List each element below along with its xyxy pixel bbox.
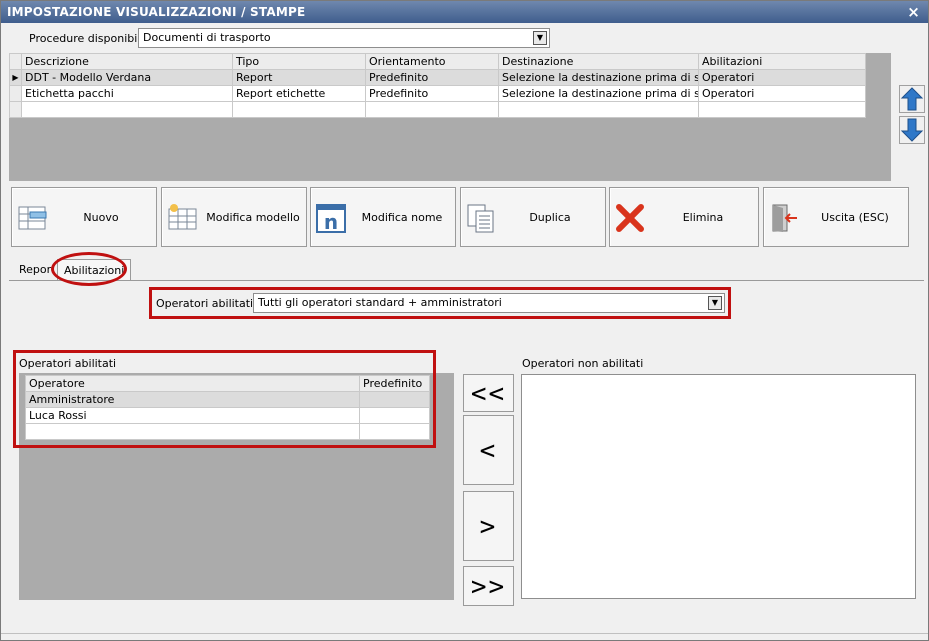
chevron-down-icon[interactable]: ▼ (533, 31, 547, 45)
cell-tipo[interactable]: Report etichette (232, 85, 366, 102)
title-bar: IMPOSTAZIONE VISUALIZZAZIONI / STAMPE × (1, 1, 928, 23)
table-row-new[interactable] (9, 101, 866, 118)
nuovo-label: Nuovo (83, 211, 119, 224)
new-table-icon (18, 206, 47, 230)
rename-icon: n (316, 204, 346, 234)
chevron-down-icon[interactable]: ▼ (708, 296, 722, 310)
duplica-label: Duplica (529, 211, 571, 224)
procedure-select[interactable]: Documenti di trasporto ▼ (138, 28, 550, 48)
modifica-modello-label: Modifica modello (206, 211, 300, 224)
procedure-grid: Descrizione Tipo Orientamento Destinazio… (9, 53, 891, 181)
column-header[interactable]: Descrizione (21, 53, 233, 70)
table-header-row: Descrizione Tipo Orientamento Destinazio… (9, 53, 866, 70)
duplicate-icon (467, 204, 494, 233)
procedure-table: Descrizione Tipo Orientamento Destinazio… (9, 53, 866, 118)
cell-orientamento[interactable]: Predefinito (365, 85, 499, 102)
move-down-button[interactable] (899, 116, 925, 144)
abilitazioni-select[interactable]: Tutti gli operatori standard + amministr… (253, 293, 725, 313)
edit-table-icon (168, 204, 197, 230)
cell-abilitazioni[interactable]: Operatori (698, 69, 866, 86)
cell-destinazione[interactable]: Selezione la destinazione prima di sta..… (498, 85, 699, 102)
arrow-up-icon (900, 87, 924, 111)
column-header[interactable]: Tipo (232, 53, 366, 70)
elimina-label: Elimina (682, 211, 724, 224)
procedure-selected-value: Documenti di trasporto (143, 31, 271, 44)
move-all-left-button[interactable]: << (463, 374, 514, 412)
highlight-oval (51, 252, 127, 286)
disabled-operators-list[interactable] (521, 374, 916, 599)
main-window: IMPOSTAZIONE VISUALIZZAZIONI / STAMPE × … (0, 0, 929, 641)
cell-descrizione[interactable]: DDT - Modello Verdana (21, 69, 233, 86)
move-right-button[interactable]: > (463, 491, 514, 561)
divider (1, 633, 928, 634)
cell-abilitazioni[interactable]: Operatori (698, 85, 866, 102)
table-row[interactable]: ▶ DDT - Modello Verdana Report Predefini… (9, 69, 866, 86)
move-up-button[interactable] (899, 85, 925, 113)
uscita-button[interactable]: Uscita (ESC) (763, 187, 909, 247)
nuovo-button[interactable]: Nuovo (11, 187, 157, 247)
exit-door-icon (772, 204, 797, 232)
modifica-nome-button[interactable]: n Modifica nome (310, 187, 456, 247)
cell-tipo[interactable]: Report (232, 69, 366, 86)
move-left-button[interactable]: < (463, 415, 514, 485)
procedure-label: Procedure disponibili : (29, 32, 151, 45)
cell-destinazione[interactable]: Selezione la destinazione prima di sta..… (498, 69, 699, 86)
close-icon[interactable]: × (907, 3, 920, 21)
column-header[interactable]: Orientamento (365, 53, 499, 70)
svg-text:n: n (324, 210, 338, 234)
move-all-right-button[interactable]: >> (463, 566, 514, 606)
duplica-button[interactable]: Duplica (460, 187, 606, 247)
column-header[interactable]: Destinazione (498, 53, 699, 70)
column-header[interactable]: Abilitazioni (698, 53, 866, 70)
modifica-nome-label: Modifica nome (361, 211, 443, 224)
row-indicator-icon: ▶ (9, 69, 22, 86)
window-title: IMPOSTAZIONE VISUALIZZAZIONI / STAMPE (7, 5, 306, 19)
cell-descrizione[interactable]: Etichetta pacchi (21, 85, 233, 102)
elimina-button[interactable]: Elimina (609, 187, 759, 247)
abilitazioni-selected-value: Tutti gli operatori standard + amministr… (258, 296, 502, 309)
uscita-label: Uscita (ESC) (821, 211, 889, 224)
abilitazioni-label: Operatori abilitati : (156, 297, 261, 310)
arrow-down-icon (900, 118, 924, 142)
disabled-section-title: Operatori non abilitati (522, 357, 644, 370)
cell-orientamento[interactable]: Predefinito (365, 69, 499, 86)
table-row[interactable]: Etichetta pacchi Report etichette Predef… (9, 85, 866, 102)
highlight-box-enabled (13, 350, 436, 448)
delete-x-icon (616, 204, 644, 232)
modifica-modello-button[interactable]: Modifica modello (161, 187, 307, 247)
